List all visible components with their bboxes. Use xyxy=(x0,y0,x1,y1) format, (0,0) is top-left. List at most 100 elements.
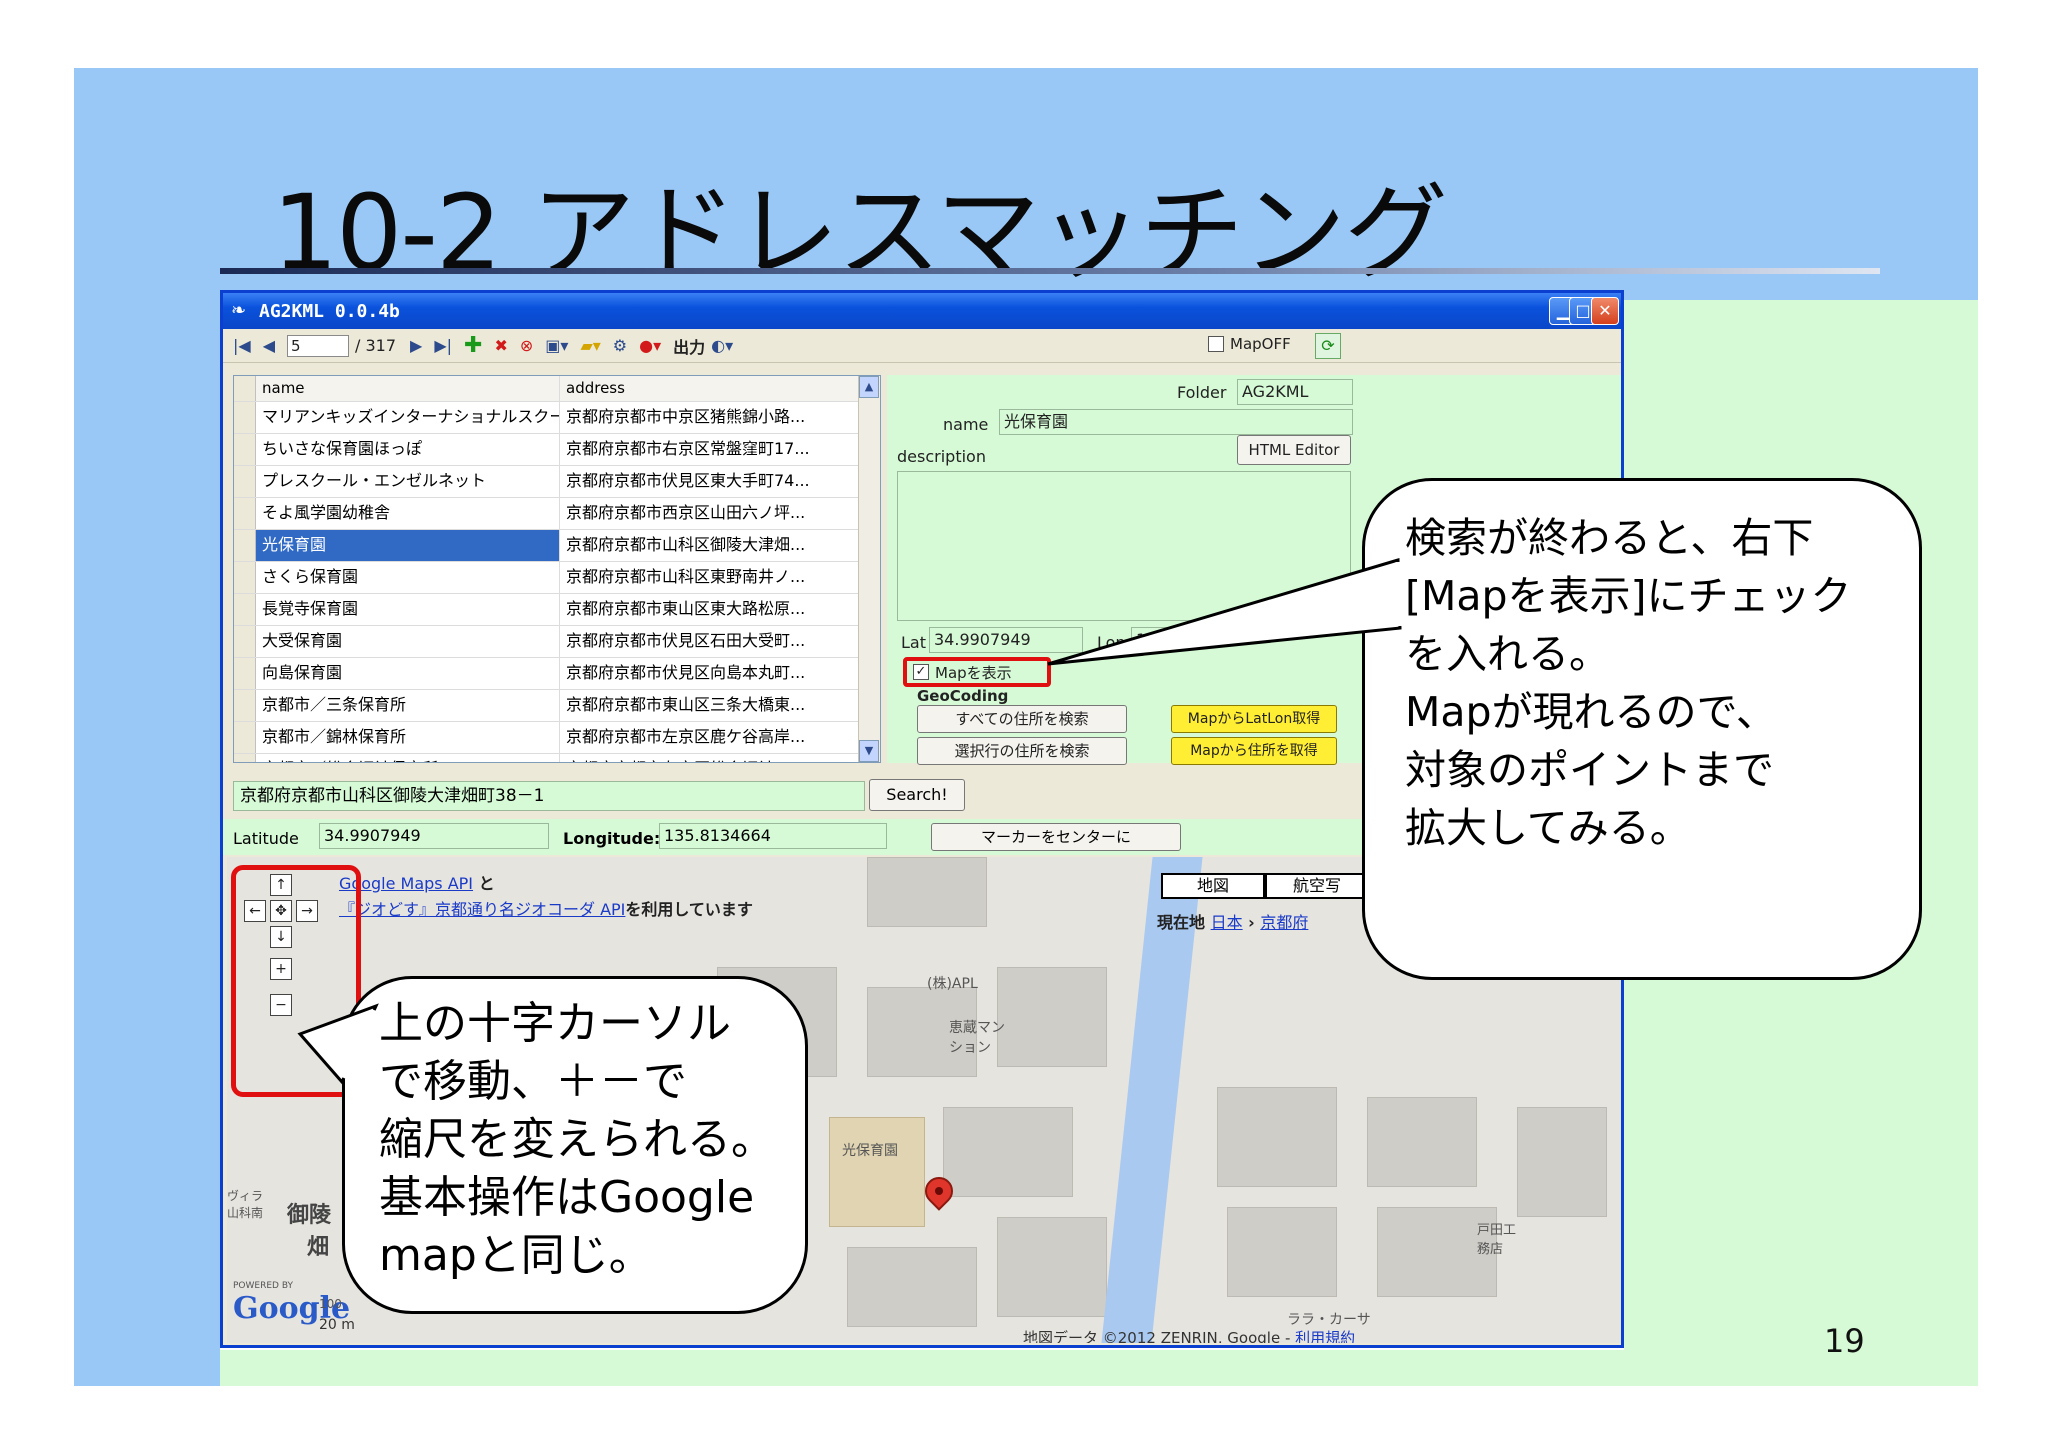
table-row[interactable]: 光保育園 京都府京都市山科区御陵大津畑... xyxy=(234,530,880,562)
record-dot-icon[interactable]: ●▾ xyxy=(639,336,661,355)
cell-name[interactable]: 京都市／総合福祉保育所 xyxy=(256,754,560,762)
cell-name[interactable]: 光保育園 xyxy=(256,530,560,561)
cell-name[interactable]: さくら保育園 xyxy=(256,562,560,593)
cell-address[interactable]: 京都府京都市伏見区向島本丸町... xyxy=(560,658,860,689)
refresh-icon[interactable]: ⟳ xyxy=(1315,333,1341,359)
table-row[interactable]: プレスクール・エンゼルネット 京都府京都市伏見区東大手町74... xyxy=(234,466,880,498)
delete-icon[interactable]: ✖ xyxy=(494,336,507,355)
save-icon[interactable]: ▣▾ xyxy=(545,336,568,355)
first-record-icon[interactable]: |◀ xyxy=(233,336,251,355)
column-header-name[interactable]: name xyxy=(256,376,560,401)
breadcrumb-japan[interactable]: 日本 xyxy=(1211,913,1243,932)
callout-line: [Mapを表示]にチェック xyxy=(1405,572,1852,620)
output-menu[interactable]: 出力 xyxy=(673,334,705,358)
cell-name[interactable]: 京都市／三条保育所 xyxy=(256,690,560,721)
cell-name[interactable]: ちいさな保育園ほっぽ xyxy=(256,434,560,465)
html-editor-button[interactable]: HTML Editor xyxy=(1237,435,1351,465)
search-button[interactable]: Search! xyxy=(869,779,965,811)
show-map-toggle[interactable]: ✓ Mapを表示 xyxy=(903,657,1051,687)
map-type-aerial[interactable]: 航空写 xyxy=(1265,873,1369,899)
map-latlon-button[interactable]: MapからLatLon取得 xyxy=(1171,705,1337,733)
cell-name[interactable]: 長覚寺保育園 xyxy=(256,594,560,625)
cell-address[interactable]: 京都府京都市左京区鹿ケ谷高岸... xyxy=(560,722,860,753)
folder-label: Folder xyxy=(1177,383,1227,402)
table-row[interactable]: 長覚寺保育園 京都府京都市東山区東大路松原... xyxy=(234,594,880,626)
cell-address[interactable]: 京都府京都市東山区東大路松原... xyxy=(560,594,860,625)
show-map-checkbox[interactable]: ✓ xyxy=(913,664,929,680)
gear-icon[interactable]: ⚙ xyxy=(613,336,627,355)
table-row[interactable]: 京都市／総合福祉保育所京都府京都市左京区総合福祉... xyxy=(234,754,880,762)
table-row[interactable]: ちいさな保育園ほっぽ 京都府京都市右京区常盤窪町17... xyxy=(234,434,880,466)
record-input[interactable]: 5 xyxy=(287,334,350,357)
cell-name[interactable]: 向島保育園 xyxy=(256,658,560,689)
latitude-field[interactable]: 34.9907949 xyxy=(319,823,549,849)
next-record-icon[interactable]: ▶ xyxy=(410,336,422,355)
add-icon[interactable]: ✚ xyxy=(464,333,482,358)
column-header-address[interactable]: address xyxy=(560,376,860,401)
pan-center-icon[interactable]: ✥ xyxy=(270,900,292,922)
cancel-icon[interactable]: ⊗ xyxy=(520,336,533,355)
lat-field[interactable]: 34.9907949 xyxy=(929,627,1083,653)
zoom-in-icon[interactable]: + xyxy=(270,958,292,980)
search-selected-button[interactable]: 選択行の住所を検索 xyxy=(917,737,1127,765)
cell-name[interactable]: 京都市／錦林保育所 xyxy=(256,722,560,753)
table-row[interactable]: 京都市／錦林保育所 京都府京都市左京区鹿ケ谷高岸... xyxy=(234,722,880,754)
cell-address[interactable]: 京都府京都市伏見区石田大受町... xyxy=(560,626,860,657)
villa-label: ヴィラ山科南 xyxy=(227,1189,264,1220)
last-record-icon[interactable]: ▶| xyxy=(434,336,452,355)
mansion-label: 恵蔵マンション xyxy=(949,1020,1005,1056)
latitude-label: Latitude xyxy=(233,829,299,848)
map-address-button[interactable]: Mapから住所を取得 xyxy=(1171,737,1337,765)
scroll-down-icon[interactable]: ▼ xyxy=(859,740,879,762)
table-row[interactable]: そよ風学園幼稚舎 京都府京都市西京区山田六ノ坪... xyxy=(234,498,880,530)
description-textarea[interactable] xyxy=(897,471,1351,621)
geodosu-api-link[interactable]: 『ジオどす』京都通り名ジオコーダ API xyxy=(339,900,625,919)
table-scrollbar[interactable]: ▲ ▼ xyxy=(858,376,880,762)
folder-field[interactable]: AG2KML xyxy=(1237,379,1353,405)
pan-right-icon[interactable]: → xyxy=(296,900,318,922)
cell-address[interactable]: 京都府京都市西京区山田六ノ坪... xyxy=(560,498,860,529)
search-all-button[interactable]: すべての住所を検索 xyxy=(917,705,1127,733)
scale-top-label: 100 xyxy=(319,1297,342,1311)
pan-down-icon[interactable]: ↓ xyxy=(270,926,292,948)
cell-address[interactable]: 京都府京都市左京区総合福祉... xyxy=(560,754,860,762)
longitude-field[interactable]: 135.8134664 xyxy=(659,823,887,849)
cell-name[interactable]: そよ風学園幼稚舎 xyxy=(256,498,560,529)
terms-link[interactable]: 利用規約 xyxy=(1295,1329,1355,1343)
table-row[interactable]: マリアンキッズインターナショナルスクール 京都府京都市中京区猪熊錦小路... xyxy=(234,402,880,434)
cell-address[interactable]: 京都府京都市右京区常盤窪町17... xyxy=(560,434,860,465)
center-marker-button[interactable]: マーカーをセンターに xyxy=(931,823,1181,851)
map-breadcrumb: 現在地 日本 › 京都府 xyxy=(1157,913,1309,932)
globe-icon[interactable]: ◐▾ xyxy=(711,336,733,355)
close-button[interactable]: ✕ xyxy=(1591,297,1619,325)
zoom-out-icon[interactable]: − xyxy=(270,994,292,1016)
lala-label: ララ・カーサ xyxy=(1287,1312,1371,1328)
misasagi-label: 御陵 xyxy=(287,1203,332,1228)
table-row[interactable]: 大受保育園 京都府京都市伏見区石田大受町... xyxy=(234,626,880,658)
name-field[interactable]: 光保育園 xyxy=(999,409,1353,435)
prev-record-icon[interactable]: ◀ xyxy=(263,336,275,355)
cell-address[interactable]: 京都府京都市東山区三条大橋東... xyxy=(560,690,860,721)
pan-left-icon[interactable]: ← xyxy=(244,900,266,922)
pan-up-icon[interactable]: ↑ xyxy=(270,874,292,896)
breadcrumb-kyoto[interactable]: 京都府 xyxy=(1260,913,1308,932)
cell-address[interactable]: 京都府京都市伏見区東大手町74... xyxy=(560,466,860,497)
map-type-map[interactable]: 地図 xyxy=(1161,873,1265,899)
window-titlebar[interactable]: ❧ AG2KML 0.0.4b ▁ □ ✕ xyxy=(223,293,1621,329)
cell-address[interactable]: 京都府京都市山科区東野南井ノ... xyxy=(560,562,860,593)
table-row[interactable]: さくら保育園 京都府京都市山科区東野南井ノ... xyxy=(234,562,880,594)
mapoff-toggle[interactable]: MapOFF xyxy=(1208,335,1291,353)
slide: 10-2 アドレスマッチング ❧ AG2KML 0.0.4b ▁ □ ✕ |◀ … xyxy=(0,0,2048,1448)
scroll-up-icon[interactable]: ▲ xyxy=(859,376,879,398)
table-row[interactable]: 京都市／三条保育所 京都府京都市東山区三条大橋東... xyxy=(234,690,880,722)
address-input[interactable]: 京都府京都市山科区御陵大津畑町38－1 xyxy=(233,781,865,811)
cell-name[interactable]: マリアンキッズインターナショナルスクール xyxy=(256,402,560,433)
mapoff-checkbox[interactable] xyxy=(1208,336,1224,352)
folder-icon[interactable]: ▰▾ xyxy=(580,336,600,355)
cell-address[interactable]: 京都府京都市山科区御陵大津畑... xyxy=(560,530,860,561)
table-row[interactable]: 向島保育園 京都府京都市伏見区向島本丸町... xyxy=(234,658,880,690)
cell-address[interactable]: 京都府京都市中京区猪熊錦小路... xyxy=(560,402,860,433)
cell-name[interactable]: 大受保育園 xyxy=(256,626,560,657)
lon-field[interactable]: 13 xyxy=(1131,627,1171,653)
cell-name[interactable]: プレスクール・エンゼルネット xyxy=(256,466,560,497)
